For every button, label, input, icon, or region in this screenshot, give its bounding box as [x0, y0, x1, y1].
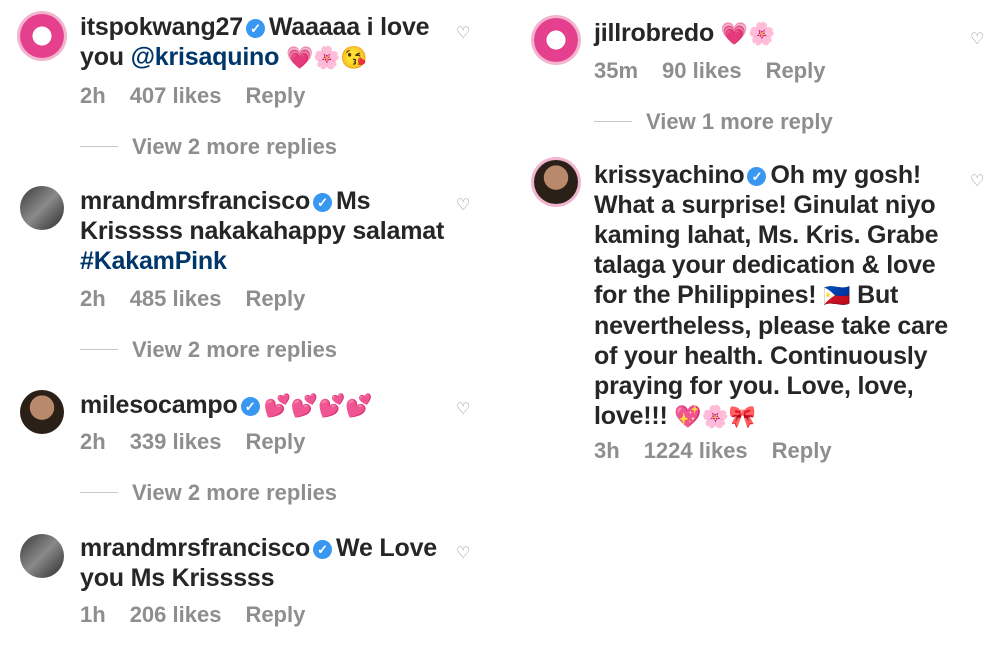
divider	[80, 492, 118, 493]
avatar[interactable]	[534, 18, 578, 62]
emoji-group: 💗🌸	[720, 21, 776, 46]
comment-item: mrandmrsfrancisco ✓ Ms Krisssss nakakahapp…	[0, 178, 500, 368]
verified-badge-icon: ✓	[313, 540, 333, 559]
avatar[interactable]	[20, 14, 64, 58]
verified-badge-icon: ✓	[747, 167, 767, 186]
reply-button[interactable]: Reply	[245, 83, 305, 108]
comment-time: 2h	[80, 429, 106, 454]
username[interactable]: milesocampo	[80, 391, 238, 419]
comment-meta: 3h 1224 likes Reply	[594, 438, 856, 464]
divider	[594, 121, 632, 122]
verified-badge-icon: ✓	[313, 193, 333, 212]
comment-text-line: praying for you. Love, love,	[594, 372, 914, 400]
comment-time: 2h	[80, 286, 106, 311]
avatar[interactable]	[20, 186, 64, 230]
username[interactable]: krissyachino	[594, 161, 745, 189]
heart-outline-icon[interactable]: ♡	[456, 546, 472, 562]
username[interactable]: itspokwang27	[80, 13, 243, 41]
comment-item: krissyachino ✓ Oh my gosh! What a surprise…	[510, 154, 1000, 474]
comment-meta: 2h 485 likes Reply	[80, 286, 329, 312]
heart-outline-icon[interactable]: ♡	[970, 32, 986, 48]
username[interactable]: jillrobredo	[594, 19, 714, 47]
comment-item: itspokwang27 ✓ Waaaaa i love you @krisaqui…	[0, 0, 500, 170]
username[interactable]: mrandmrsfrancisco	[80, 534, 310, 562]
divider	[80, 146, 118, 147]
view-more-replies[interactable]: View 2 more replies	[80, 134, 337, 160]
comment-time: 35m	[594, 58, 639, 83]
reply-button[interactable]: Reply	[245, 286, 305, 311]
comment-text-line: Oh my gosh!	[770, 161, 922, 189]
likes-count[interactable]: 485 likes	[130, 286, 222, 311]
emoji-group: 💖🌸🎀	[674, 404, 756, 429]
reply-button[interactable]: Reply	[245, 429, 305, 454]
heart-outline-icon[interactable]: ♡	[456, 198, 472, 214]
comment-text-line: What a surprise! Ginulat niyo	[594, 191, 936, 219]
view-more-replies[interactable]: View 2 more replies	[80, 337, 337, 363]
likes-count[interactable]: 206 likes	[130, 602, 222, 627]
comment-time: 1h	[80, 602, 106, 627]
comment-item: milesocampo ✓ 💕💕💕💕 ♡ 2h 339 likes Reply View…	[0, 380, 500, 510]
comment-time: 2h	[80, 83, 106, 108]
comment-text-line: nevertheless, please take care	[594, 312, 948, 340]
view-more-replies[interactable]: View 2 more replies	[80, 480, 337, 506]
likes-count[interactable]: 90 likes	[662, 58, 742, 83]
emoji-group: 💗🌸😘	[285, 45, 368, 70]
reply-button[interactable]: Reply	[245, 602, 305, 627]
username[interactable]: mrandmrsfrancisco	[80, 187, 310, 215]
comment-meta: 1h 206 likes Reply	[80, 602, 329, 628]
comment-text-line: of your health. Continuously	[594, 342, 928, 370]
avatar[interactable]	[20, 534, 64, 578]
heart-outline-icon[interactable]: ♡	[456, 26, 472, 42]
heart-outline-icon[interactable]: ♡	[970, 174, 986, 190]
hashtag-link[interactable]: #KakamPink	[80, 247, 227, 275]
comment-meta: 35m 90 likes Reply	[594, 58, 849, 84]
verified-badge-icon: ✓	[245, 19, 265, 38]
avatar[interactable]	[20, 390, 64, 434]
flag-emoji: 🇵🇭	[823, 283, 851, 308]
heart-outline-icon[interactable]: ♡	[456, 402, 472, 418]
comment-item: jillrobredo 💗🌸 ♡ 35m 90 likes Reply View 1…	[510, 0, 1000, 150]
comment-item: mrandmrsfrancisco ✓ We Love you Ms Krissss…	[0, 522, 500, 652]
comment-time: 3h	[594, 438, 620, 463]
comment-text-line: love!!!	[594, 402, 668, 430]
divider	[80, 349, 118, 350]
reply-button[interactable]: Reply	[772, 438, 832, 463]
comment-meta: 2h 407 likes Reply	[80, 83, 329, 109]
comment-text-line: But	[857, 281, 899, 309]
mention-link[interactable]: @krisaquino	[131, 43, 280, 71]
comment-text-line: for the Philippines!	[594, 281, 817, 309]
likes-count[interactable]: 339 likes	[130, 429, 222, 454]
verified-badge-icon: ✓	[240, 397, 260, 416]
view-more-replies[interactable]: View 1 more reply	[594, 109, 833, 135]
comment-text-line: talaga your dedication & love	[594, 251, 936, 279]
reply-button[interactable]: Reply	[766, 58, 826, 83]
avatar[interactable]	[534, 160, 578, 204]
comment-meta: 2h 339 likes Reply	[80, 429, 329, 455]
likes-count[interactable]: 407 likes	[130, 83, 222, 108]
emoji-group: 💕💕💕💕	[263, 393, 373, 418]
comment-text-line: kaming lahat, Ms. Kris. Grabe	[594, 221, 939, 249]
likes-count[interactable]: 1224 likes	[644, 438, 748, 463]
